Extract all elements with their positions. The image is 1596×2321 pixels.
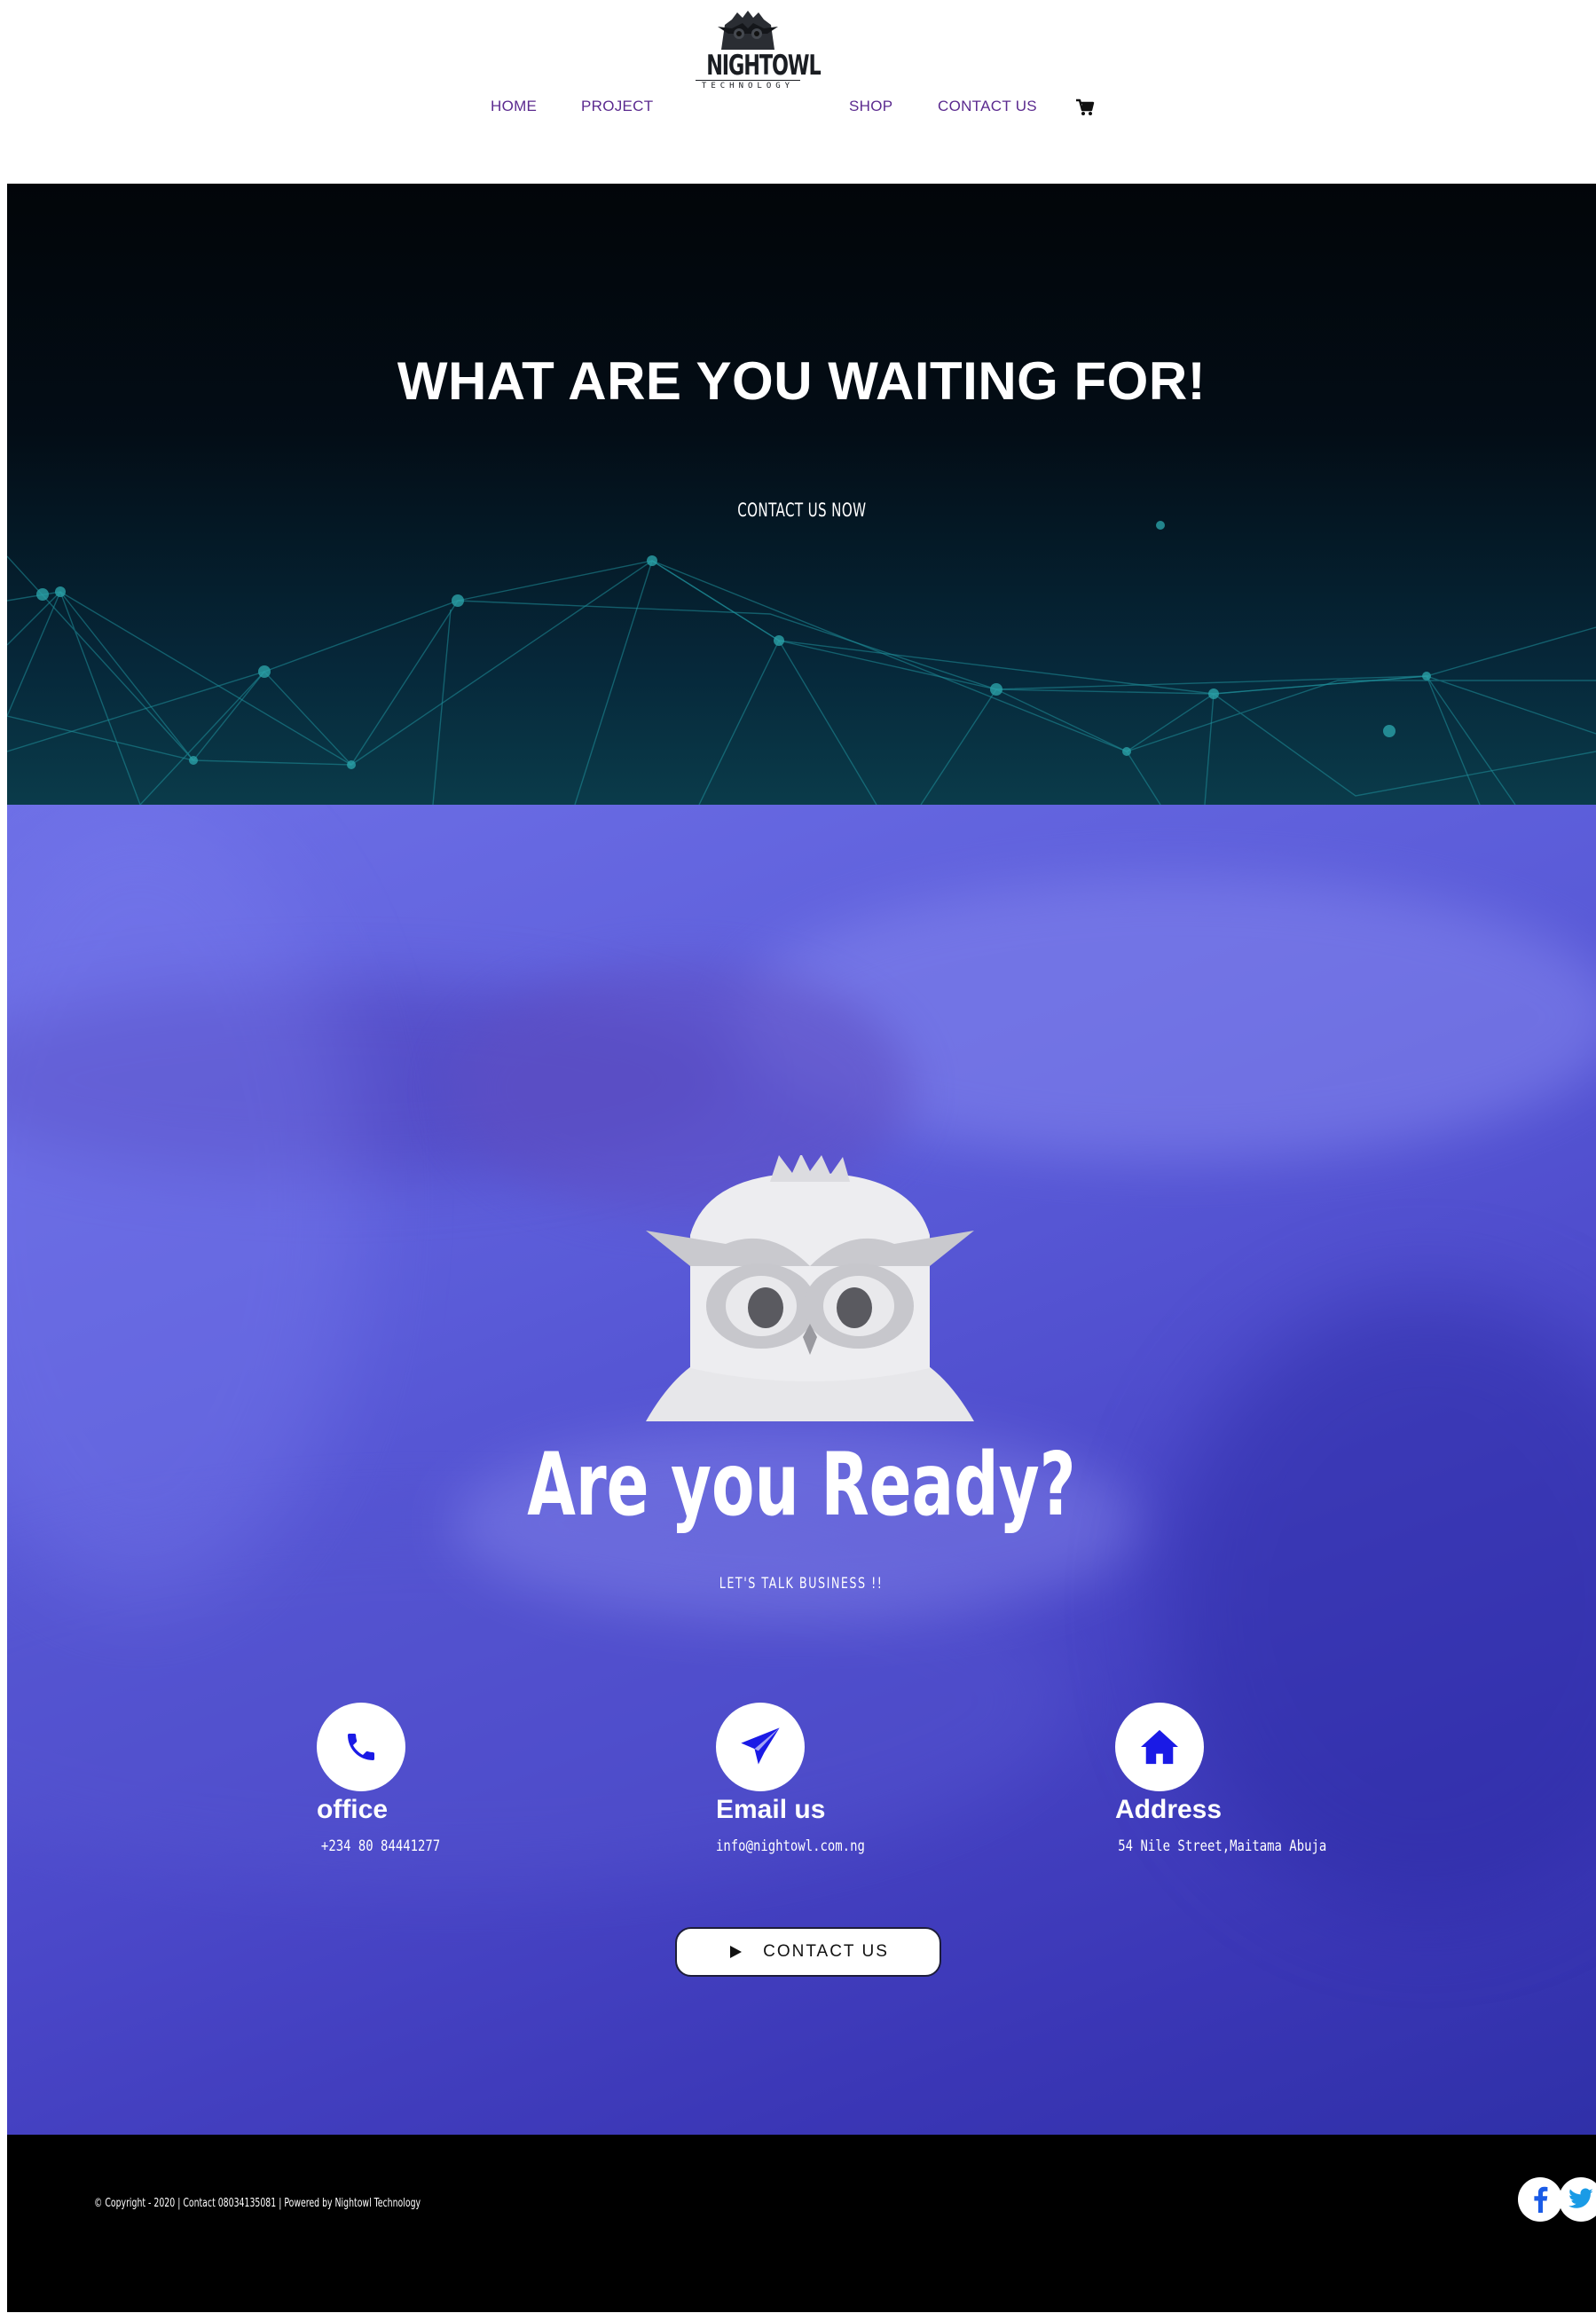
hero-title: WHAT ARE YOU WAITING FOR! <box>397 351 1207 411</box>
ready-section: Are you Ready? LET'S TALK BUSINESS !! of… <box>7 805 1596 2135</box>
contact-address-label: Address <box>1115 1795 1223 1824</box>
contact-email-value[interactable]: info@nightowl.com.ng <box>716 1837 948 1855</box>
hero-cta-label: CONTACT US NOW <box>736 500 867 521</box>
phone-icon <box>348 1734 374 1760</box>
play-icon <box>730 1946 743 1958</box>
owl-mascot-icon <box>646 1155 974 1421</box>
ready-subtitle-text: LET'S TALK BUSINESS !! <box>719 1575 884 1593</box>
brand-name: NIGHTOWL <box>706 50 821 82</box>
bottom-strip <box>0 2312 1596 2321</box>
site-header: HOME PROJECT NIGHTOWL TECHNOLOGY SHOP CO… <box>0 0 1596 184</box>
site-footer: © Copyright - 2020 | Contact 08034135081… <box>7 2135 1596 2312</box>
contact-office: office +234 80 84441277 <box>317 1703 601 1855</box>
paper-plane-icon-button[interactable] <box>716 1703 805 1791</box>
network-background <box>7 521 1596 805</box>
nav-home[interactable]: HOME <box>491 98 537 115</box>
contact-email: Email us info@nightowl.com.ng <box>716 1703 1000 1855</box>
facebook-icon <box>1534 2186 1548 2213</box>
contact-us-button-label: CONTACT US <box>763 1942 889 1961</box>
home-icon <box>1141 1729 1178 1765</box>
ready-title-text: Are you Ready? <box>527 1435 1076 1536</box>
nav-shop[interactable]: SHOP <box>849 98 892 115</box>
brand-logo[interactable]: NIGHTOWL TECHNOLOGY <box>690 11 822 106</box>
paper-plane-icon <box>741 1727 780 1765</box>
twitter-icon <box>1568 2188 1593 2208</box>
contact-office-value: +234 80 84441277 <box>320 1837 441 1855</box>
home-icon-button[interactable] <box>1115 1703 1204 1791</box>
nav-contact-us[interactable]: CONTACT US <box>938 98 1037 115</box>
owl-logo-icon <box>718 11 778 50</box>
cart-icon[interactable] <box>1075 98 1095 116</box>
nav-project[interactable]: PROJECT <box>581 98 653 115</box>
twitter-button[interactable] <box>1559 2177 1596 2222</box>
hero-section: WHAT ARE YOU WAITING FOR! CONTACT US NOW <box>7 184 1596 805</box>
ready-title: Are you Ready? <box>7 1435 1596 1536</box>
hero-contact-link[interactable]: CONTACT US NOW <box>7 500 1596 521</box>
ready-subtitle: LET'S TALK BUSINESS !! <box>7 1575 1596 1593</box>
contact-office-label: office <box>317 1795 389 1824</box>
facebook-button[interactable] <box>1518 2177 1562 2222</box>
contact-address: Address 54 Nile Street,Maitama Abuja <box>1115 1703 1399 1855</box>
contact-us-button[interactable]: CONTACT US <box>675 1927 941 1977</box>
contact-email-label: Email us <box>716 1795 826 1824</box>
footer-copyright: © Copyright - 2020 | Contact 08034135081… <box>94 2197 421 2210</box>
phone-icon-button[interactable] <box>317 1703 405 1791</box>
contact-address-value: 54 Nile Street,Maitama Abuja <box>1118 1837 1327 1855</box>
